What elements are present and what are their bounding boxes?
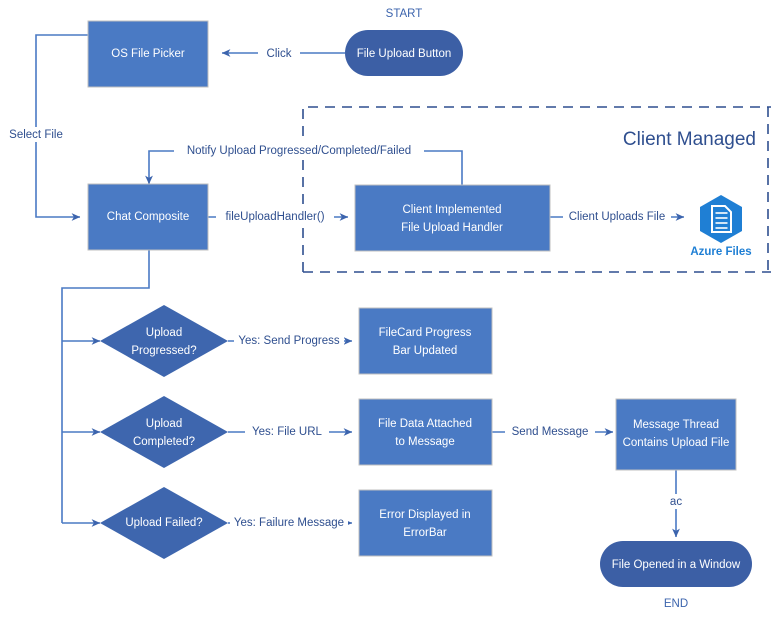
azure-files-icon [700,195,742,243]
node-file-data-attached[interactable] [358,398,493,466]
flowchart-svg: Client Managed START File Upload Button … [3,8,771,610]
node-message-thread-label-2: Contains Upload File [623,437,730,449]
edge-label-yes-send-progress: Yes: Send Progress [238,335,339,347]
node-error-displayed[interactable] [358,489,493,557]
client-managed-zone-label: Client Managed [623,129,756,150]
edge-label-yes-failure-message: Yes: Failure Message [234,517,344,529]
node-decision-upload-progressed-label-2: Progressed? [131,345,196,357]
node-message-thread-label-1: Message Thread [633,419,719,431]
node-decision-upload-completed-label-2: Completed? [133,436,195,448]
node-decision-upload-progressed[interactable] [100,305,228,377]
edge-label-click: Click [267,48,292,60]
node-client-file-upload-handler[interactable] [354,184,551,252]
node-file-upload-button-label: File Upload Button [357,48,452,60]
node-client-file-upload-handler-label-2: File Upload Handler [401,222,503,234]
node-filecard-progress[interactable] [358,307,493,375]
edge-label-yes-file-url: Yes: File URL [252,426,322,438]
node-os-file-picker-label: OS File Picker [111,48,185,60]
end-caption: END [664,598,688,610]
node-filecard-progress-label-2: Bar Updated [393,345,458,357]
connector-select-file [35,34,88,221]
flowchart-canvas: Client Managed START File Upload Button … [0,0,771,619]
node-file-data-attached-label-2: to Message [395,436,454,448]
edge-label-file-upload-handler: fileUploadHandler() [225,211,324,223]
node-decision-upload-completed[interactable] [100,396,228,468]
node-file-opened-window-label: File Opened in a Window [612,559,741,571]
edge-label-client-uploads-file: Client Uploads File [569,211,666,223]
edge-label-notify-upload: Notify Upload Progressed/Completed/Faile… [187,145,411,157]
node-chat-composite-label: Chat Composite [107,211,189,223]
node-error-displayed-label-2: ErrorBar [403,527,447,539]
edge-label-send-message: Send Message [512,426,589,438]
node-client-file-upload-handler-label-1: Client Implemented [402,204,501,216]
azure-files-label: Azure Files [690,246,751,258]
node-file-data-attached-label-1: File Data Attached [378,418,472,430]
node-decision-upload-progressed-label-1: Upload [146,327,182,339]
start-caption: START [386,8,423,20]
node-error-displayed-label-1: Error Displayed in [379,509,470,521]
node-filecard-progress-label-1: FileCard Progress [379,327,472,339]
node-message-thread[interactable] [615,398,737,471]
edge-label-ac: ac [670,496,682,508]
azure-files-hexagon-icon [700,195,742,243]
connector-decision-bus [61,250,150,523]
edge-label-select-file: Select File [9,129,63,141]
node-decision-upload-completed-label-1: Upload [146,418,182,430]
node-decision-upload-failed-label: Upload Failed? [125,517,202,529]
